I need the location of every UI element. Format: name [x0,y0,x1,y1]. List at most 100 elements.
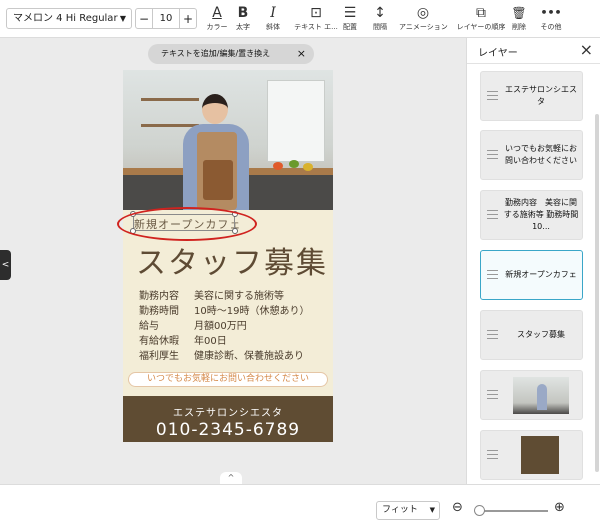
detail-value: 美容に関する施術等 [194,291,284,302]
drag-handle-icon[interactable] [487,91,498,102]
align-icon: ☰ [343,5,357,21]
layers-icon: ⧉ [476,5,486,21]
layer-panel-title: レイヤー [478,48,518,59]
drag-handle-icon[interactable] [487,330,498,341]
italic-label: 斜体 [266,23,280,31]
poster-photo[interactable] [123,70,333,210]
layer-item[interactable]: 勤務内容 美容に関する施術等 勤務時間 10... [480,190,587,240]
layer-label: スタッフ募集 [517,330,565,339]
detail-value: 10時〜19時（休憩あり） [194,306,310,317]
close-icon[interactable]: × [580,40,593,59]
more-button[interactable]: ••• その他 [538,4,564,32]
person-head [202,94,228,124]
contact-cta[interactable]: いつでもお気軽にお問い合わせください [128,372,328,387]
bottom-bar [0,484,600,524]
detail-value: 健康診断、保養施設あり [194,351,304,362]
font-size-input[interactable]: 10 [152,9,180,28]
detail-row: 勤務内容 美容に関する施術等 [139,289,309,304]
drag-handle-icon[interactable] [487,390,498,401]
chevron-down-icon: ▼ [429,506,435,514]
layer-item[interactable] [480,430,583,480]
chevron-down-icon: ▼ [119,14,126,23]
italic-button[interactable]: I 斜体 [262,4,284,32]
vegetable [273,162,283,170]
vegetable [289,160,299,168]
detail-key: 勤務時間 [139,306,179,317]
shelf [141,98,199,101]
salon-name[interactable]: エステサロンシエスタ [123,404,333,419]
shape-thumbnail [521,436,559,474]
text-color-icon: A [212,5,222,21]
poster-title[interactable]: スタッフ募集 [136,238,328,282]
more-label: その他 [540,23,562,31]
detail-key: 給与 [139,321,159,332]
spacing-icon: ↕ [374,5,386,21]
layer-label: いつでもお気軽にお問い合わせください [505,144,577,165]
detail-key: 福利厚生 [139,351,179,362]
layer-order-button[interactable]: ⧉ レイヤーの順序 [455,4,507,32]
layer-item[interactable] [480,370,583,420]
text-effects-button[interactable]: ⊡ テキスト エ... [294,4,338,32]
spacing-label: 間隔 [373,23,387,31]
drag-handle-icon[interactable] [487,150,498,161]
detail-key: 有給休暇 [139,336,179,347]
job-details[interactable]: 勤務内容 美容に関する施術等 勤務時間 10時〜19時（休憩あり） 給与 月額00万円… [139,289,309,364]
text-effects-label: テキスト エ... [294,23,338,31]
align-label: 配置 [343,23,357,31]
layer-scrollbar[interactable] [595,114,599,472]
delete-label: 削除 [512,23,526,31]
bold-label: 太字 [236,23,250,31]
layer-item-selected[interactable]: 新規オープンカフェ [480,250,583,300]
font-family-select[interactable]: マメロン 4 Hi Regular ▼ [6,8,132,29]
footer-band[interactable]: エステサロンシエスタ 010-2345-6789 [123,396,333,442]
edit-hint-text: テキストを追加/編集/置き換え [161,49,271,58]
font-size-decrease-button[interactable]: − [136,12,152,26]
more-icon: ••• [540,6,562,19]
bold-icon: B [237,5,249,21]
detail-key: 勤務内容 [139,291,179,302]
detail-row: 有給休暇 年00日 [139,334,309,349]
vegetable [303,163,313,171]
animation-button[interactable]: ◎ アニメーション [399,4,448,32]
text-effects-icon: ⊡ [310,5,322,21]
layer-panel-header: レイヤー × [467,38,600,64]
drag-handle-icon[interactable] [487,270,498,281]
color-button[interactable]: A カラー [206,4,228,32]
align-button[interactable]: ☰ 配置 [340,4,360,32]
font-size-stepper: − 10 + [135,8,197,29]
edit-hint-pill[interactable]: テキストを追加/編集/置き換え × [148,44,314,64]
detail-row: 福利厚生 健康診断、保養施設あり [139,349,309,364]
detail-row: 給与 月額00万円 [139,319,309,334]
layer-order-label: レイヤーの順序 [456,23,506,31]
layer-item[interactable]: いつでもお気軽にお問い合わせください [480,130,583,180]
layer-panel: レイヤー × エステサロンシエスタ いつでもお気軽にお問い合わせください 勤務内… [466,38,600,484]
animation-icon: ◎ [416,5,430,21]
zoom-select-value: フィット [382,505,418,515]
zoom-in-icon[interactable]: ⊕ [554,500,565,515]
animation-label: アニメーション [399,23,448,31]
cabinet [267,80,325,162]
chevron-up-icon[interactable]: ^ [220,472,242,484]
spacing-button[interactable]: ↕ 間隔 [369,4,391,32]
layer-label: エステサロンシエスタ [505,85,577,106]
layer-label: 勤務内容 美容に関する施術等 勤務時間 10... [503,198,587,231]
annotation-ellipse [117,207,257,241]
text-toolbar: マメロン 4 Hi Regular ▼ − 10 + A カラー B 太字 I … [0,0,600,38]
drag-handle-icon[interactable] [487,450,498,461]
font-family-value: マメロン 4 Hi Regular [13,13,118,24]
font-size-increase-button[interactable]: + [180,12,196,26]
close-icon[interactable]: × [297,44,306,64]
drag-handle-icon[interactable] [487,210,498,221]
bold-button[interactable]: B 太字 [232,4,254,32]
italic-icon: I [270,5,276,21]
layer-item[interactable]: エステサロンシエスタ [480,71,583,121]
side-panel-toggle[interactable]: < [0,250,11,280]
zoom-out-icon[interactable]: ⊖ [452,500,463,515]
zoom-select[interactable]: フィット ▼ [376,501,440,520]
zoom-slider[interactable] [476,510,548,512]
layer-item[interactable]: スタッフ募集 [480,310,583,360]
phone-number[interactable]: 010-2345-6789 [123,420,333,440]
zoom-slider-knob[interactable] [474,505,485,516]
delete-button[interactable]: 🗑 削除 [508,4,530,32]
photo-thumbnail [513,377,569,414]
